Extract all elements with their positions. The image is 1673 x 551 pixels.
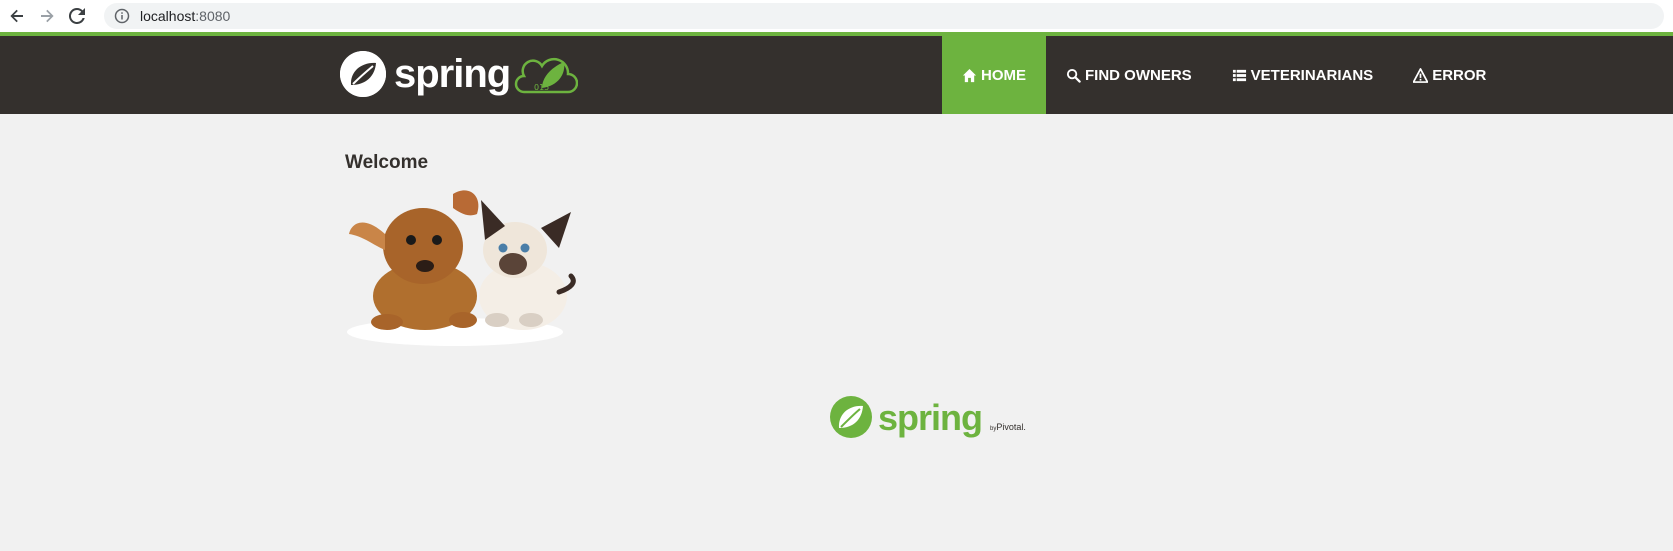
- brand-wordmark: spring: [394, 52, 511, 96]
- brand-badge-text: 015: [534, 83, 549, 92]
- list-icon: [1232, 69, 1246, 81]
- home-icon: [962, 68, 977, 82]
- nav-item-label: Find owners: [1085, 66, 1192, 84]
- url-host: localhost: [140, 8, 196, 24]
- footer-logo: spring byPivotal.: [830, 396, 1026, 438]
- nav-item-error[interactable]: Error: [1393, 36, 1506, 114]
- address-bar[interactable]: localhost:8080: [104, 3, 1664, 29]
- footer-wordmark: spring: [878, 397, 983, 438]
- footer-by-company: Pivotal.: [996, 422, 1026, 432]
- reload-button[interactable]: [64, 3, 90, 29]
- nav-item-veterinarians[interactable]: Veterinarians: [1212, 36, 1394, 114]
- main-content: Welcome: [345, 152, 578, 348]
- spring-leaf-icon: [830, 396, 872, 438]
- back-button[interactable]: [4, 3, 30, 29]
- spring-leaf-icon: [340, 51, 386, 97]
- url-port: :8080: [195, 8, 231, 24]
- footer-by-pivotal: byPivotal.: [990, 422, 1026, 438]
- forward-button[interactable]: [34, 3, 60, 29]
- nav-menu: Home Find owners Veterinarians Error: [942, 36, 1506, 114]
- forward-arrow-icon: [41, 9, 54, 23]
- pets-image: [345, 184, 578, 348]
- nav-item-label: Veterinarians: [1250, 66, 1374, 84]
- brand-logo[interactable]: spring 015: [340, 46, 579, 102]
- reload-icon: [69, 8, 85, 24]
- nav-item-home[interactable]: Home: [942, 36, 1046, 114]
- cloud-leaf-icon: 015: [515, 57, 579, 94]
- search-icon: [1066, 68, 1081, 83]
- nav-item-label: Home: [981, 66, 1026, 84]
- nav-item-label: Error: [1432, 66, 1487, 84]
- info-icon[interactable]: [114, 8, 130, 24]
- nav-item-find-owners[interactable]: Find owners: [1046, 36, 1212, 114]
- back-arrow-icon: [10, 9, 23, 23]
- warning-icon: [1413, 67, 1429, 83]
- page-title: Welcome: [345, 152, 429, 173]
- browser-toolbar: localhost:8080: [0, 0, 1673, 32]
- main-navbar: spring 015 Home Find owners: [0, 32, 1673, 114]
